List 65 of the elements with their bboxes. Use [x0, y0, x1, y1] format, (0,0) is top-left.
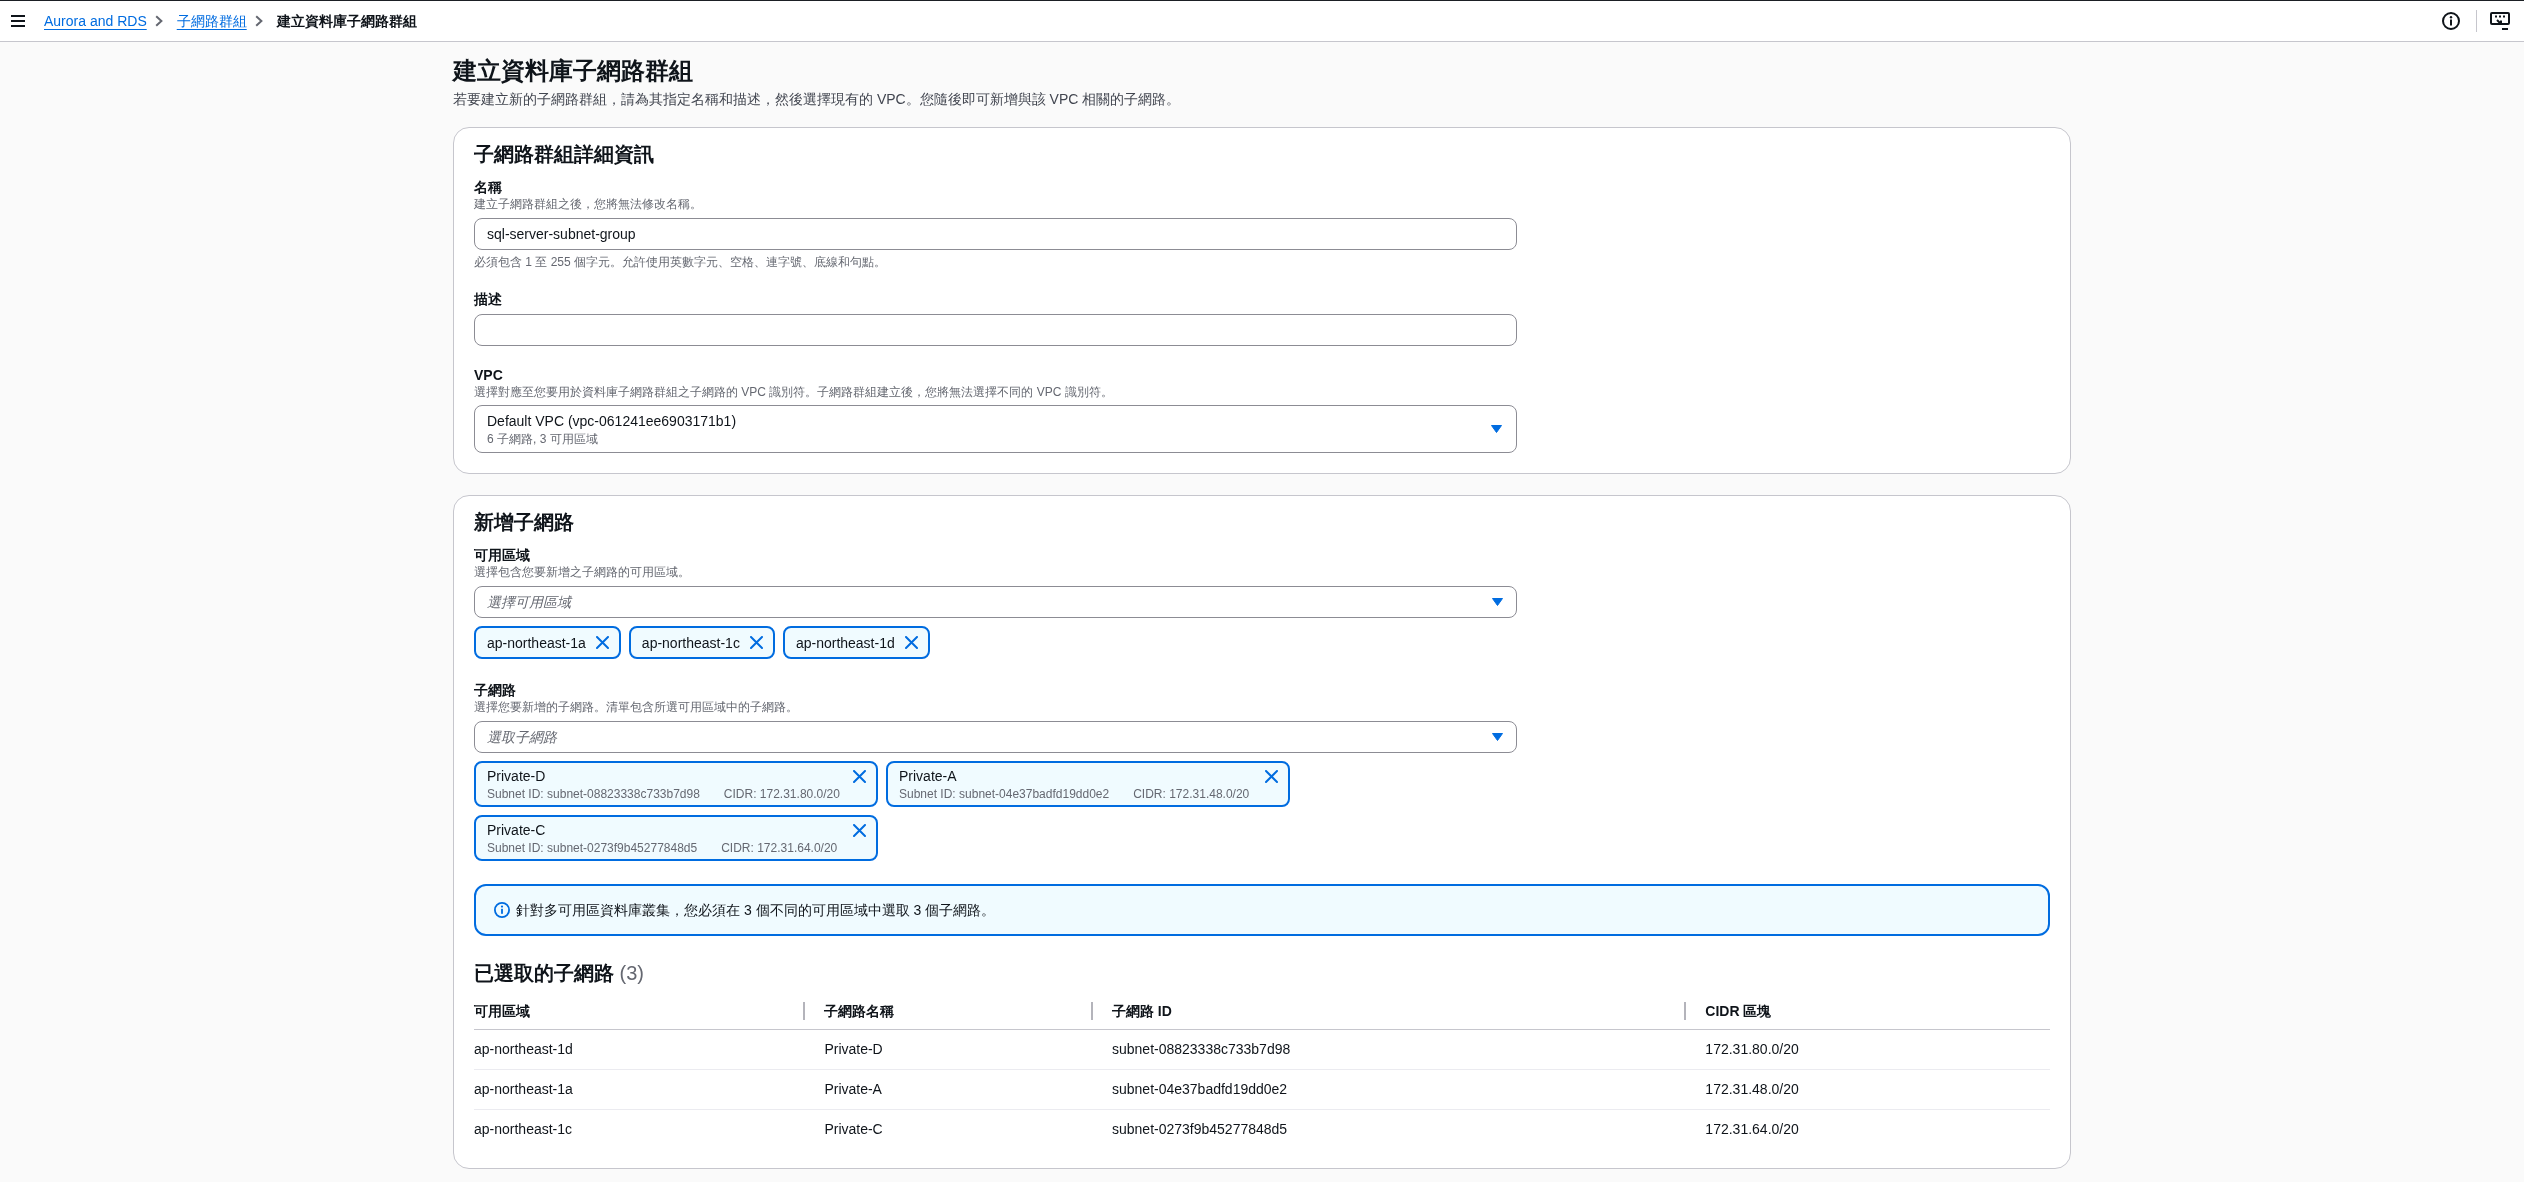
table-cell: ap-northeast-1d	[474, 1029, 804, 1069]
field-label: 子網路	[474, 681, 517, 699]
table-cell: 172.31.64.0/20	[1684, 1109, 2050, 1148]
table-cell: Private-C	[803, 1109, 1091, 1148]
caret-down-icon	[1491, 425, 1502, 433]
cidr-text: CIDR: 172.31.80.0/20	[723, 786, 840, 802]
close-icon[interactable]	[904, 636, 918, 649]
dropdown-field[interactable]: 選擇可用區域	[474, 586, 1517, 618]
field-label: VPC	[474, 366, 504, 384]
cidr-text: CIDR: 172.31.64.0/20	[721, 840, 838, 856]
table-cell: Private-D	[803, 1029, 1091, 1069]
token-label: Private-C	[487, 821, 546, 840]
count-text: (3)	[619, 962, 644, 984]
info-icon[interactable]	[2442, 12, 2460, 30]
token-label: ap-northeast-1d	[795, 633, 895, 653]
field-description: 選擇包含您要新增之子網路的可用區域。	[474, 564, 691, 580]
token-label: ap-northeast-1c	[641, 633, 740, 653]
subnet-id-text: Subnet ID: subnet-08823338c733b7d98	[487, 786, 700, 802]
monitor-icon[interactable]	[2490, 12, 2510, 30]
column-header: 可用區域	[474, 993, 804, 1029]
field-description: 建立子網路群組之後，您將無法修改名稱。	[474, 196, 703, 212]
close-icon[interactable]	[749, 636, 763, 649]
close-icon[interactable]	[853, 769, 866, 783]
text-input[interactable]	[474, 314, 1517, 346]
panel-title: 新增子網路	[474, 510, 575, 534]
close-icon[interactable]	[853, 823, 866, 837]
token-label: Private-A	[899, 767, 957, 786]
field-label: 名稱	[474, 178, 503, 196]
page-description: 若要建立新的子網路群組，請為其指定名稱和描述，然後選擇現有的 VPC。您隨後即可新增與該 VPC 相關的子網路。	[453, 90, 1182, 108]
breadcrumb-current: 建立資料庫子網路群組	[276, 12, 417, 31]
field-constraint-text: 必須包含 1 至 255 個字元。允許使用英數字元、空格、連字號、底線和句點。	[474, 254, 888, 270]
dropdown-field[interactable]: Default VPC (vpc-061241ee6903171b1) 6 子網路, 3 可用區域	[474, 405, 1517, 453]
dropdown-field[interactable]: 選取子網路	[474, 721, 1517, 753]
cidr-text: CIDR: 172.31.48.0/20	[1133, 786, 1250, 802]
menu-icon[interactable]	[11, 15, 25, 27]
field-label: 描述	[474, 290, 503, 308]
chevron-right-icon	[154, 15, 163, 27]
table-cell: subnet-0273f9b45277848d5	[1091, 1109, 1685, 1148]
table-cell: subnet-04e37badfd19dd0e2	[1091, 1069, 1685, 1109]
subnet-id-text: Subnet ID: subnet-04e37badfd19dd0e2	[899, 786, 1110, 802]
subnet-id-text: Subnet ID: subnet-0273f9b45277848d5	[487, 840, 698, 856]
text-input[interactable]: sql-server-subnet-group	[474, 218, 1517, 250]
table-cell: subnet-08823338c733b7d98	[1091, 1029, 1685, 1069]
table-cell: 172.31.80.0/20	[1684, 1029, 2050, 1069]
token-label: ap-northeast-1a	[487, 633, 586, 653]
caret-down-icon	[1492, 598, 1503, 606]
field-description: 選擇對應至您要用於資料庫子網路群組之子網路的 VPC 識別符。子網路群組建立後，您將無法選擇不同的 VPC 識別符。	[474, 384, 1114, 400]
close-icon[interactable]	[1265, 769, 1278, 783]
table-cell: ap-northeast-1a	[474, 1069, 804, 1109]
breadcrumb-link[interactable]: 子網路群組	[176, 11, 247, 31]
chevron-right-icon	[254, 15, 263, 27]
info-icon	[494, 902, 510, 918]
section-title: 已選取的子網路	[474, 962, 614, 984]
field-description: 選擇您要新增的子網路。清單包含所選可用區域中的子網路。	[474, 699, 799, 715]
table-cell: ap-northeast-1c	[474, 1109, 804, 1148]
table-cell: Private-A	[803, 1069, 1091, 1109]
close-icon[interactable]	[595, 636, 609, 649]
alert-text: 針對多可用區資料庫叢集，您必須在 3 個不同的可用區域中選取 3 個子網路。	[516, 901, 996, 920]
field-label: 可用區域	[474, 546, 531, 564]
table-cell: 172.31.48.0/20	[1684, 1069, 2050, 1109]
caret-down-icon	[1492, 733, 1503, 741]
breadcrumb-link[interactable]: Aurora and RDS	[44, 11, 147, 31]
panel-title: 子網路群組詳細資訊	[474, 142, 655, 166]
token-label: Private-D	[487, 767, 546, 786]
page-title: 建立資料庫子網路群組	[453, 56, 694, 86]
